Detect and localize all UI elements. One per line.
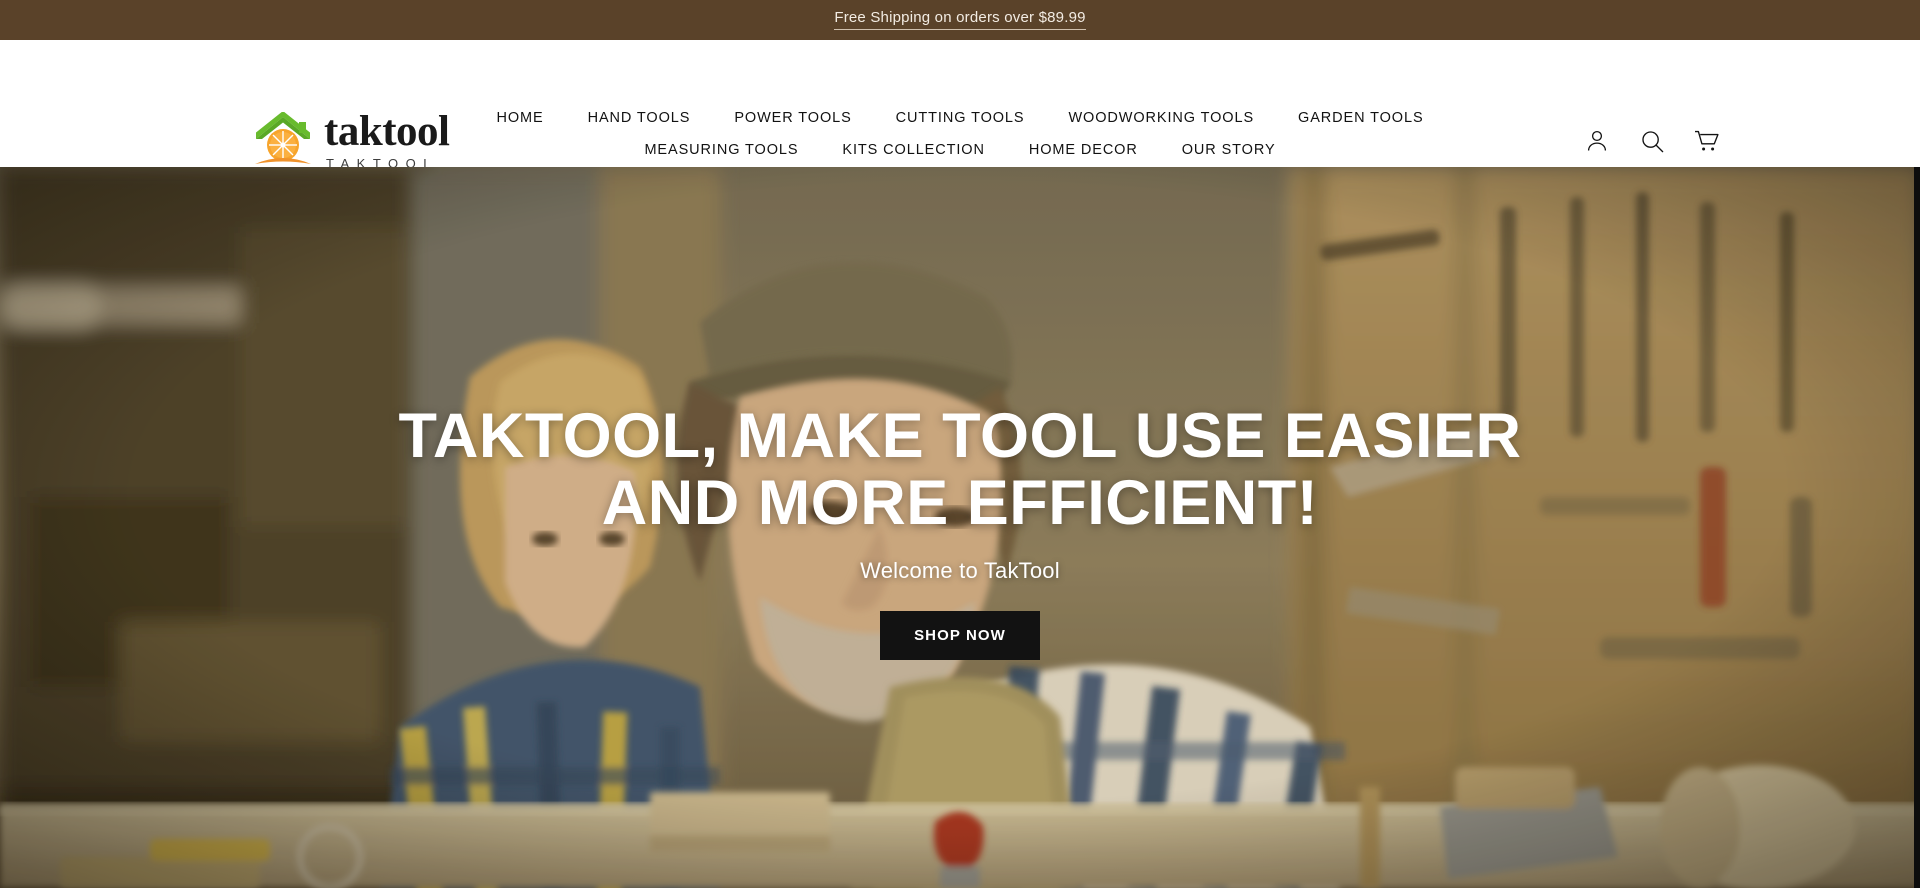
nav-item-woodworking-tools[interactable]: WOODWORKING TOOLS <box>1046 102 1276 134</box>
nav-item-measuring-tools[interactable]: MEASURING TOOLS <box>622 134 820 166</box>
shop-now-button[interactable]: SHOP NOW <box>880 610 1040 660</box>
cart-icon[interactable] <box>1694 128 1720 154</box>
house-citrus-logo-icon <box>252 112 314 170</box>
right-edge-strip <box>1914 167 1920 888</box>
site-header: taktool TAKTOOL HOME HAND TOOLS POWER TO… <box>0 40 1920 170</box>
announcement-text: Free Shipping on orders over $89.99 <box>834 10 1086 30</box>
nav-item-kits-collection[interactable]: KITS COLLECTION <box>820 134 1006 166</box>
hero-banner: TAKTOOL, MAKE TOOL USE EASIER AND MORE E… <box>0 167 1920 888</box>
search-icon[interactable] <box>1639 128 1665 154</box>
nav-item-home-decor[interactable]: HOME DECOR <box>1007 134 1160 166</box>
announcement-bar: Free Shipping on orders over $89.99 <box>0 0 1920 40</box>
hero-title: TAKTOOL, MAKE TOOL USE EASIER AND MORE E… <box>398 401 1522 539</box>
nav-item-power-tools[interactable]: POWER TOOLS <box>712 102 873 134</box>
nav-item-hand-tools[interactable]: HAND TOOLS <box>566 102 713 134</box>
account-icon[interactable] <box>1584 128 1610 154</box>
logo-wordmark: taktool <box>324 108 450 155</box>
nav-item-home[interactable]: HOME <box>474 102 565 134</box>
nav-row-secondary: MEASURING TOOLS KITS COLLECTION HOME DEC… <box>622 134 1297 166</box>
nav-item-cutting-tools[interactable]: CUTTING TOOLS <box>874 102 1047 134</box>
nav-item-garden-tools[interactable]: GARDEN TOOLS <box>1276 102 1446 134</box>
nav-item-our-story[interactable]: OUR STORY <box>1160 134 1298 166</box>
nav-row-primary: HOME HAND TOOLS POWER TOOLS CUTTING TOOL… <box>474 102 1445 134</box>
hero-content: TAKTOOL, MAKE TOOL USE EASIER AND MORE E… <box>0 167 1920 888</box>
site-logo[interactable]: taktool TAKTOOL <box>252 108 450 170</box>
hero-subtitle: Welcome to TakTool <box>860 557 1060 583</box>
header-icon-group <box>1584 128 1720 154</box>
